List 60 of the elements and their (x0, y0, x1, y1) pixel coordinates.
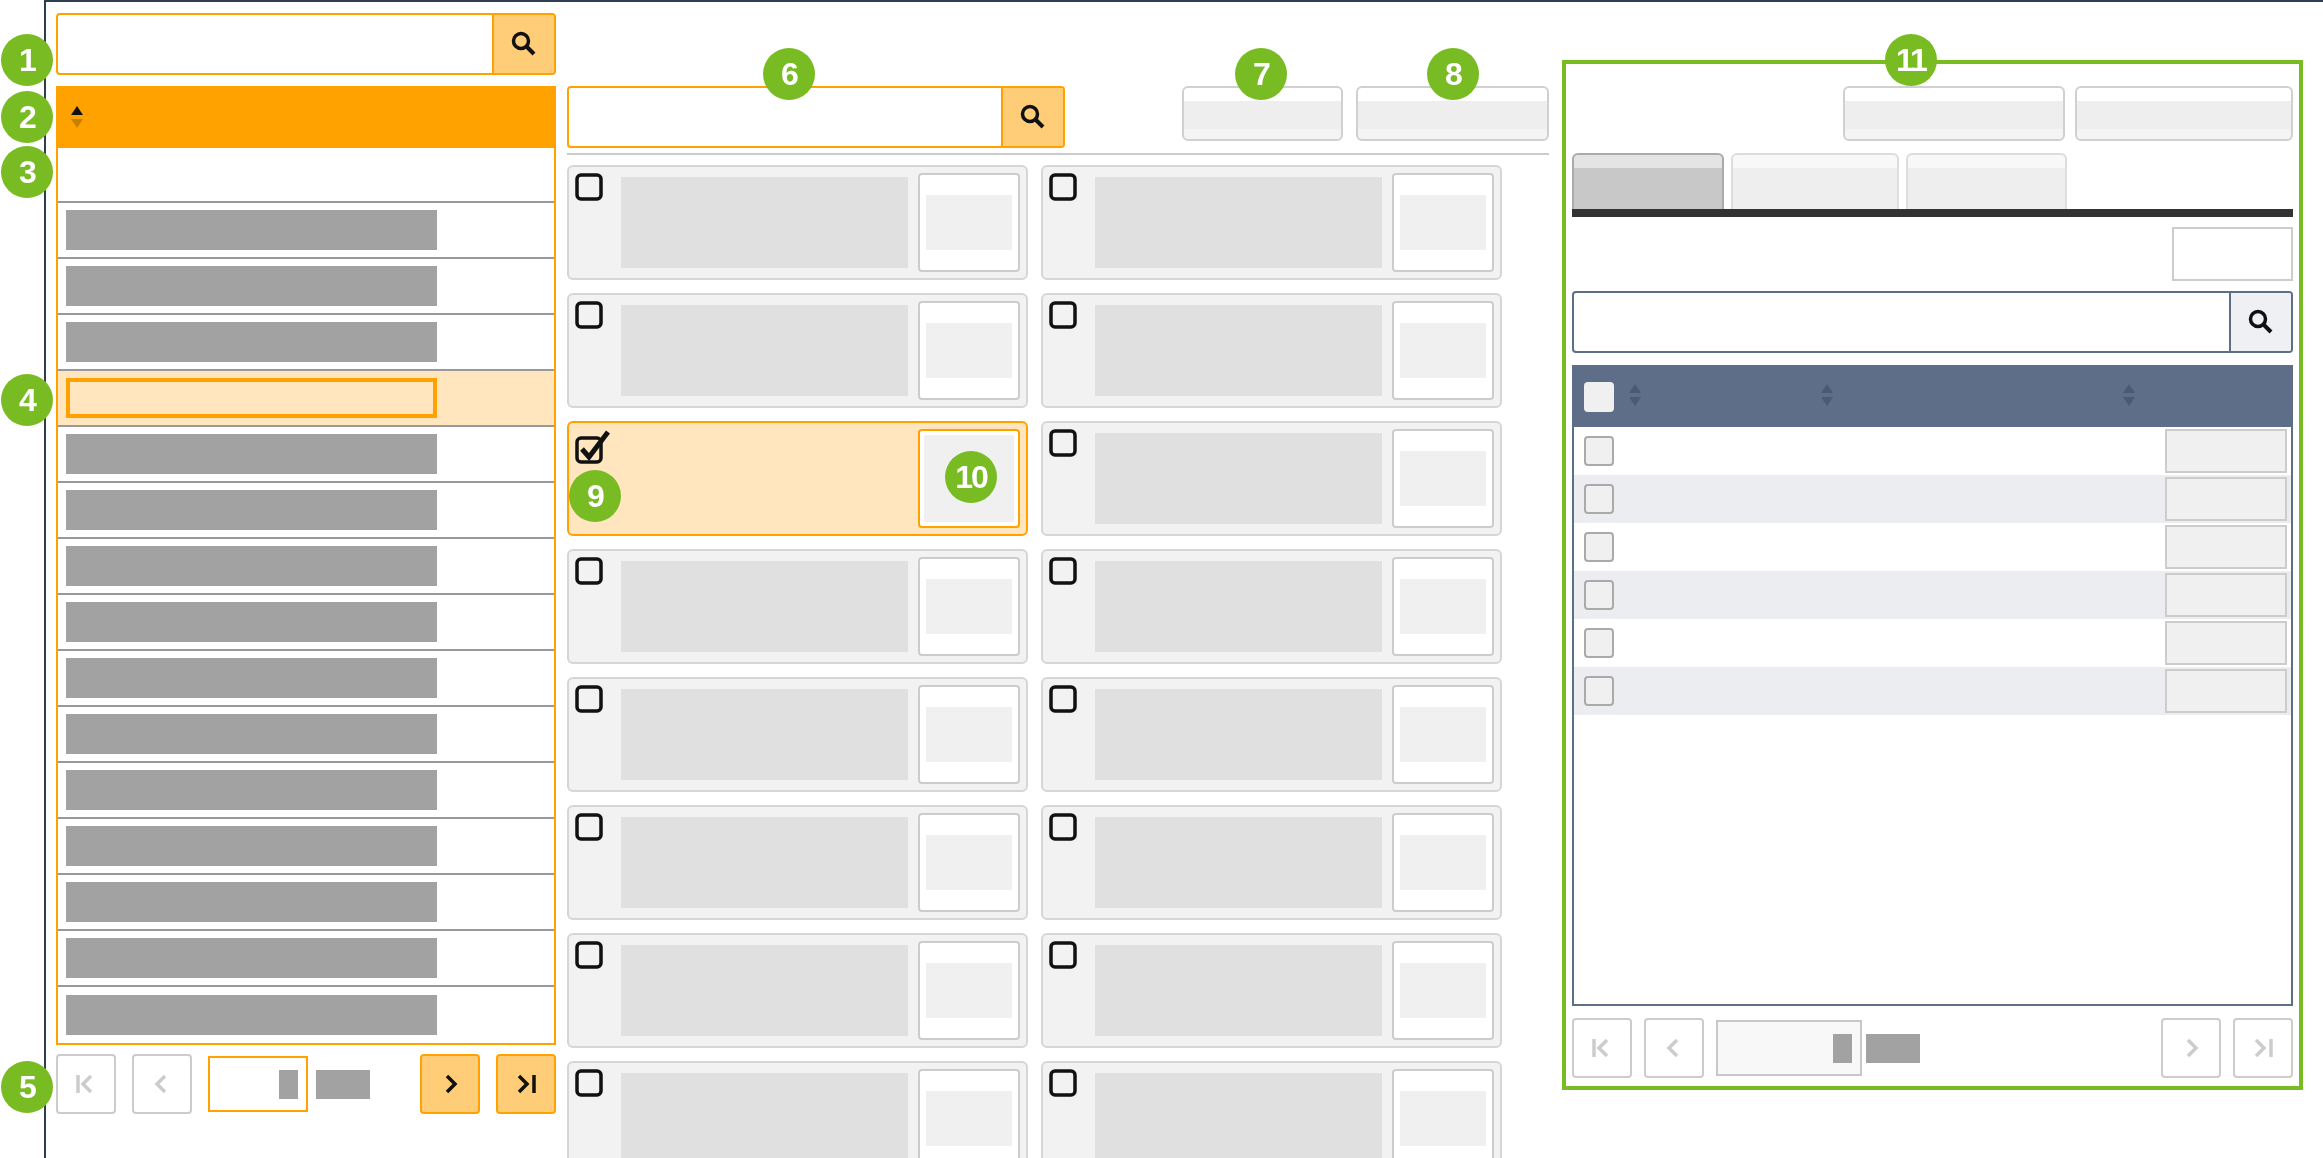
checkbox[interactable] (575, 685, 603, 713)
checkbox[interactable] (1049, 813, 1077, 841)
page-button[interactable] (420, 1054, 480, 1114)
checkbox[interactable] (575, 1069, 603, 1097)
checkbox[interactable] (1049, 685, 1077, 713)
page-number-field[interactable] (1716, 1020, 1862, 1076)
callout-number: 8 (1427, 48, 1479, 100)
search-field[interactable] (56, 13, 556, 75)
row-checkbox[interactable] (1584, 484, 1614, 514)
checkbox[interactable] (1049, 301, 1077, 329)
tab[interactable] (1572, 153, 1724, 209)
search-button[interactable] (2229, 293, 2291, 351)
toolbar-button[interactable] (1843, 86, 2065, 141)
search-field[interactable] (567, 86, 1065, 148)
toolbar-button[interactable] (1356, 86, 1549, 141)
list-item[interactable] (58, 371, 554, 427)
checkbox[interactable] (575, 173, 603, 201)
row-checkbox[interactable] (1584, 580, 1614, 610)
table-row[interactable] (1574, 667, 2291, 715)
callout-number: 1 (1, 34, 53, 86)
table-row[interactable] (1574, 475, 2291, 523)
toolbar-button[interactable] (1182, 86, 1343, 141)
search-icon (511, 31, 537, 57)
search-button[interactable] (1001, 88, 1063, 146)
row-checkbox[interactable] (1584, 676, 1614, 706)
checkbox[interactable] (1049, 1069, 1077, 1097)
checkbox[interactable] (575, 941, 603, 969)
checkbox[interactable] (1049, 557, 1077, 585)
search-field[interactable] (1572, 291, 2293, 353)
row-checkbox[interactable] (1584, 532, 1614, 562)
search-icon (1020, 104, 1046, 130)
placeholder-bar (1833, 1033, 1852, 1063)
placeholder-bar (1866, 1033, 1920, 1063)
checkbox[interactable] (575, 301, 603, 329)
row-checkbox[interactable] (1584, 436, 1614, 466)
table-row[interactable] (1574, 571, 2291, 619)
row-checkbox[interactable] (1584, 628, 1614, 658)
checkbox[interactable] (1049, 429, 1077, 457)
placeholder-bar (279, 1069, 298, 1099)
callout-number: 4 (1, 374, 53, 426)
checkbox[interactable] (575, 429, 611, 465)
callout-number: 6 (763, 48, 815, 100)
callout-number: 2 (1, 91, 53, 143)
search-icon (2248, 309, 2274, 335)
callout-number: 7 (1235, 48, 1287, 100)
placeholder-bar (316, 1069, 370, 1099)
callout-number: 11 (1885, 34, 1937, 86)
checkbox[interactable] (575, 557, 603, 585)
search-button[interactable] (492, 15, 554, 73)
checkbox[interactable] (575, 813, 603, 841)
callout-number: 3 (1, 146, 53, 198)
callout-number: 5 (1, 1061, 53, 1113)
page-button[interactable] (496, 1054, 556, 1114)
toolbar-button[interactable] (2075, 86, 2293, 141)
input-field[interactable] (2172, 227, 2293, 281)
checkbox[interactable] (1049, 173, 1077, 201)
page-number-field[interactable] (208, 1056, 308, 1112)
checkbox[interactable] (1049, 941, 1077, 969)
sort-icon[interactable] (70, 104, 84, 130)
select-all-checkbox[interactable] (1584, 382, 1614, 412)
